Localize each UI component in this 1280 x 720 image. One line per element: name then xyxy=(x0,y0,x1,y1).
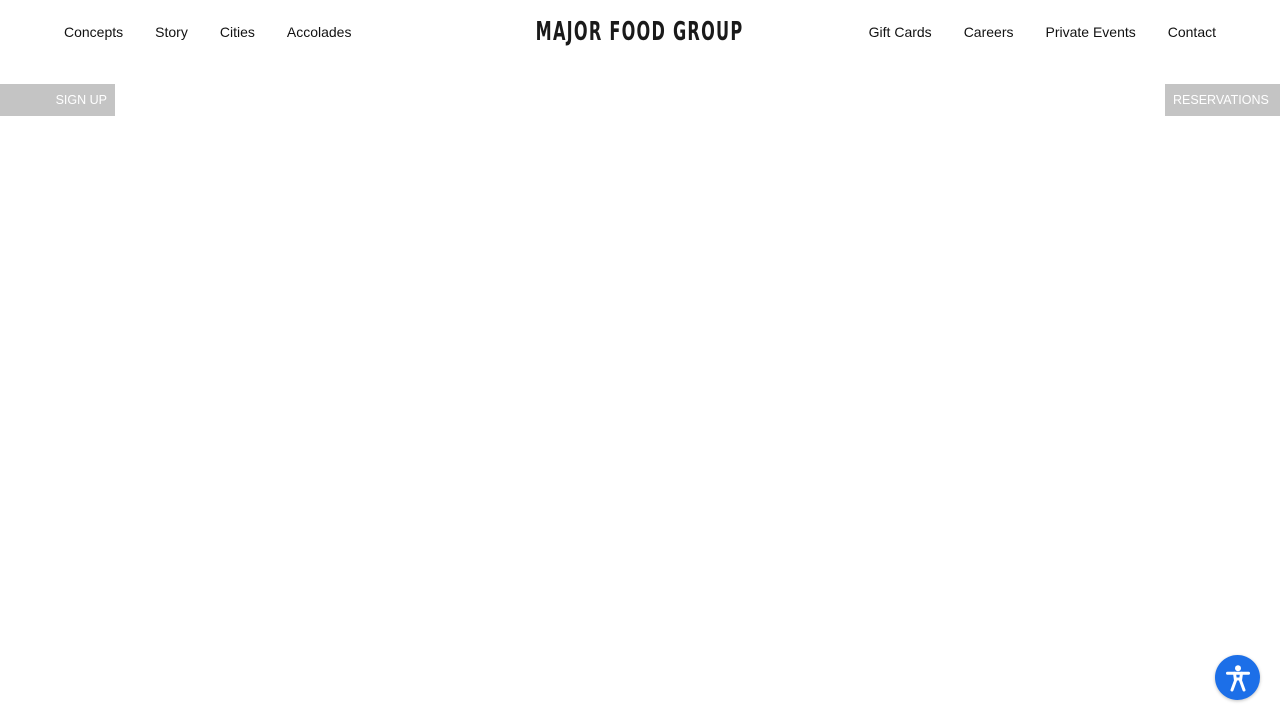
accessibility-button[interactable] xyxy=(1215,655,1260,700)
nav-link-story[interactable]: Story xyxy=(155,24,188,40)
nav-left-group: Concepts Story Cities Accolades xyxy=(64,0,351,64)
accessibility-person-icon xyxy=(1225,664,1250,691)
nav-right-group: Gift Cards Careers Private Events Contac… xyxy=(869,0,1216,64)
nav-link-gift-cards[interactable]: Gift Cards xyxy=(869,24,932,40)
top-navigation: Concepts Story Cities Accolades MAJOR FO… xyxy=(0,0,1280,64)
nav-link-private-events[interactable]: Private Events xyxy=(1045,24,1135,40)
nav-link-concepts[interactable]: Concepts xyxy=(64,24,123,40)
reservations-button[interactable]: RESERVATIONS xyxy=(1165,84,1280,116)
nav-link-cities[interactable]: Cities xyxy=(220,24,255,40)
nav-link-accolades[interactable]: Accolades xyxy=(287,24,352,40)
nav-link-careers[interactable]: Careers xyxy=(964,24,1014,40)
page: Concepts Story Cities Accolades MAJOR FO… xyxy=(0,0,1280,720)
nav-link-contact[interactable]: Contact xyxy=(1168,24,1216,40)
sign-up-button[interactable]: SIGN UP xyxy=(0,84,115,116)
logo-wordmark: MAJOR FOOD GROUP xyxy=(536,17,744,47)
site-logo[interactable]: MAJOR FOOD GROUP xyxy=(536,17,743,47)
